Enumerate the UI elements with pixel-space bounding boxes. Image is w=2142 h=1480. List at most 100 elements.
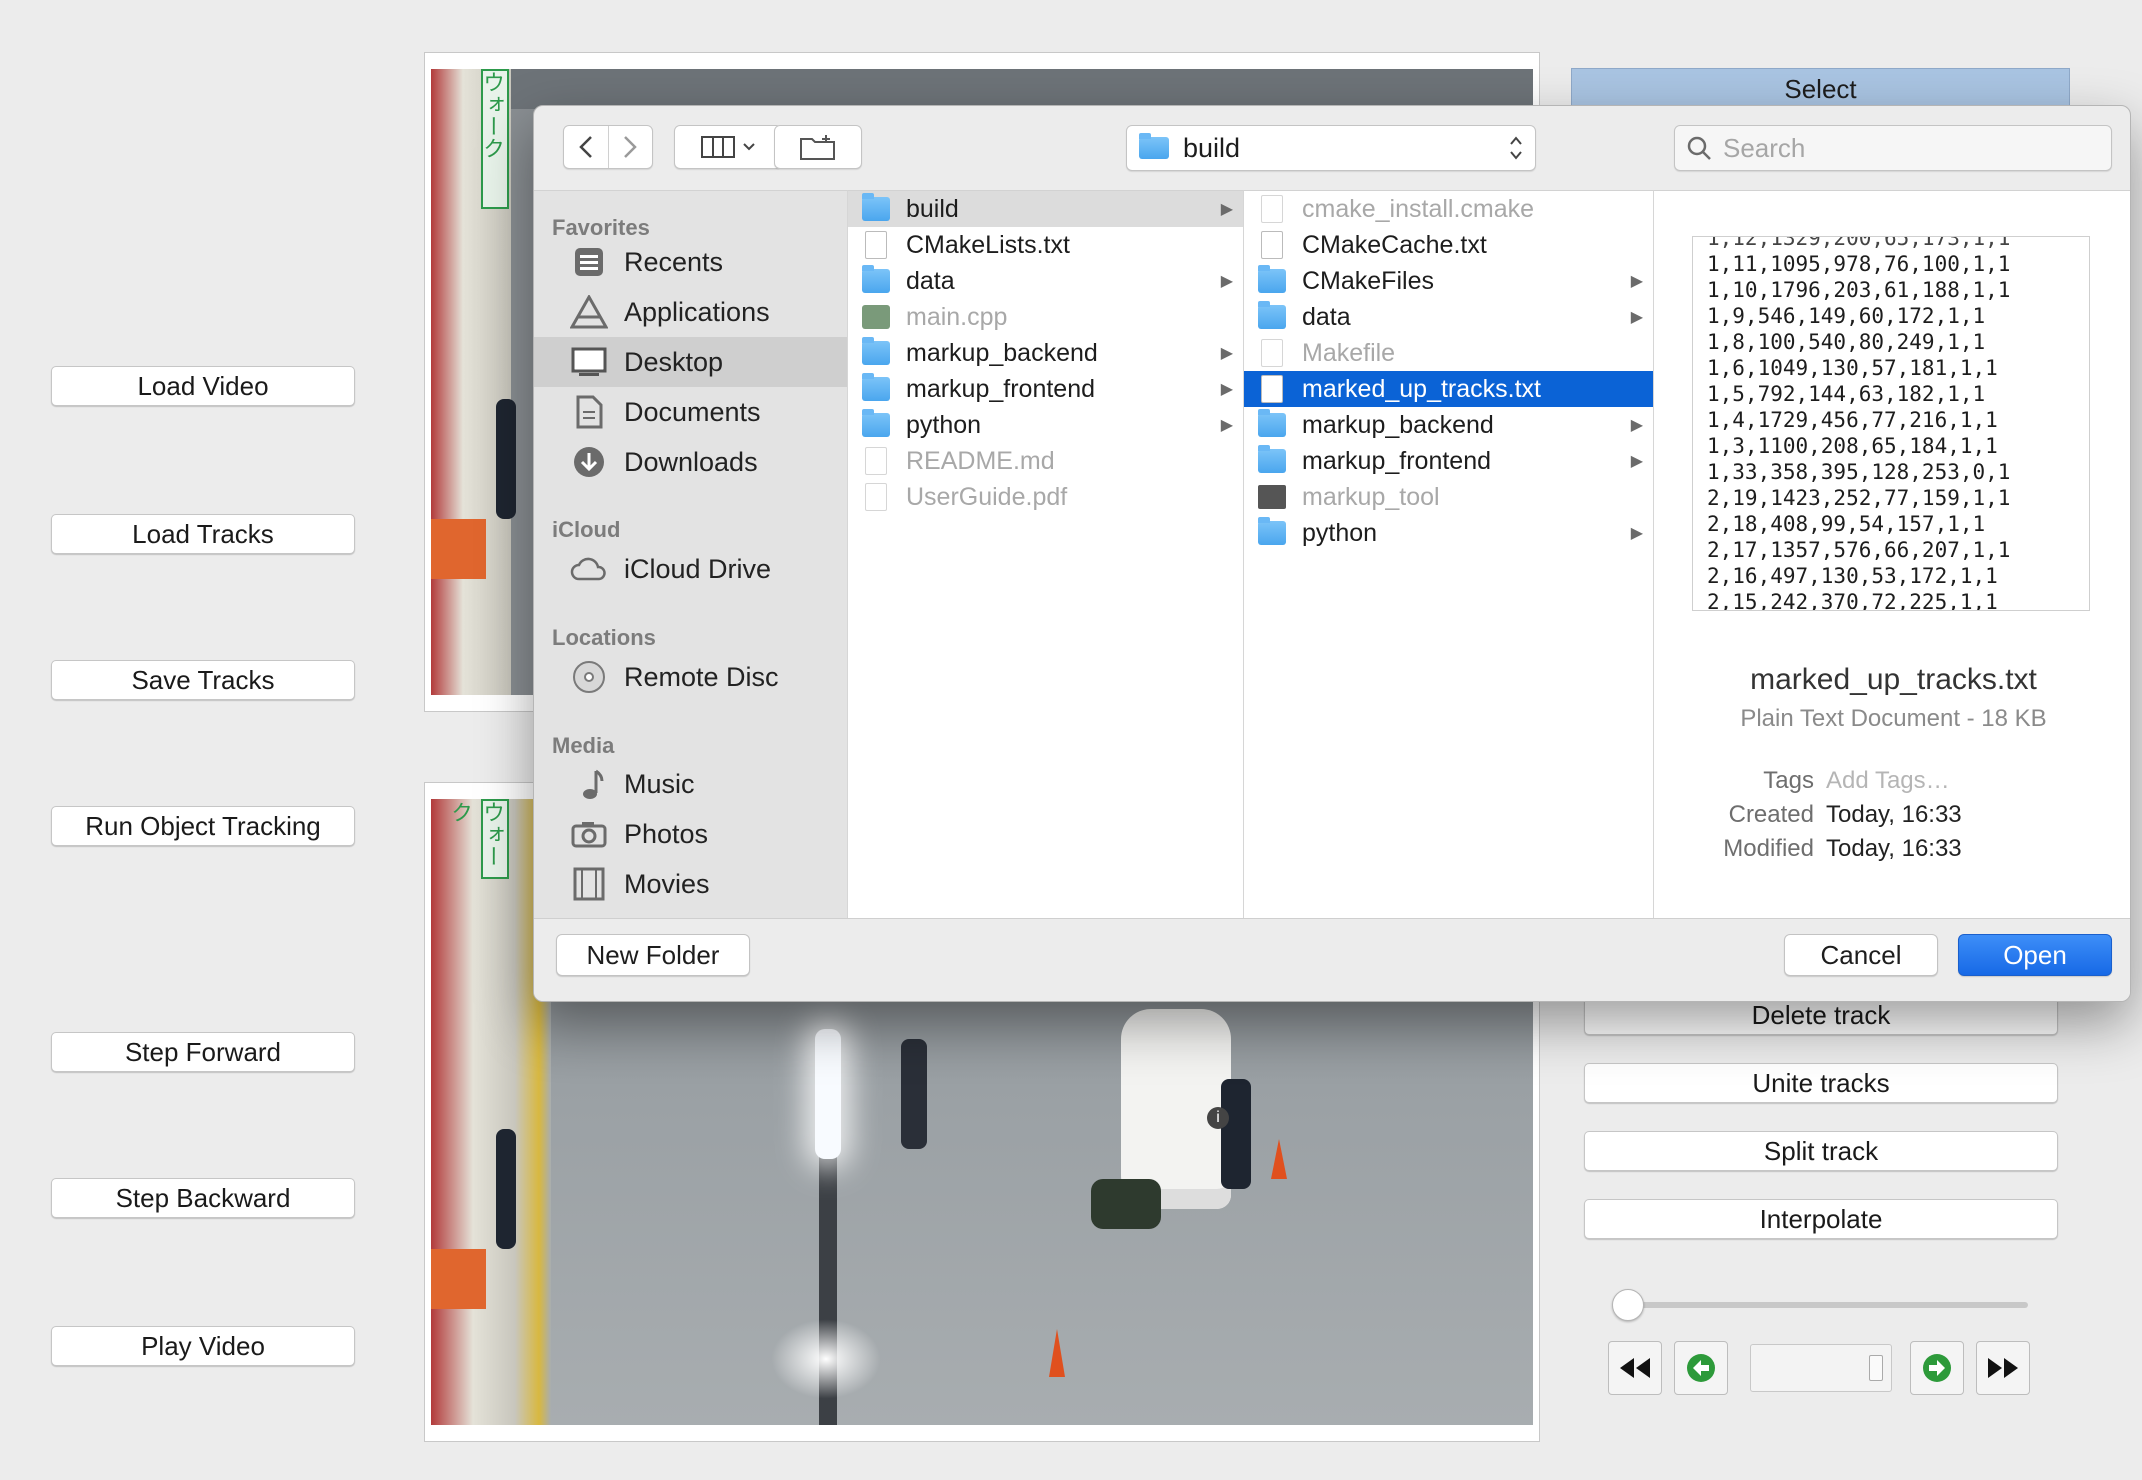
sidebar-item-downloads[interactable]: Downloads — [534, 437, 847, 487]
unite-tracks-button[interactable]: Unite tracks — [1584, 1063, 2058, 1103]
sidebar-item-photos[interactable]: Photos — [534, 809, 847, 859]
file-row-main-cpp[interactable]: main.cpp — [848, 299, 1243, 335]
desktop-icon — [571, 347, 607, 376]
sidebar-item-applications[interactable]: Applications — [534, 287, 847, 337]
load-tracks-button[interactable]: Load Tracks — [51, 514, 355, 554]
file-row-cmakecache[interactable]: CMakeCache.txt — [1244, 227, 1653, 263]
sidebar-item-recents[interactable]: Recents — [534, 237, 847, 287]
file-row-cmake-install[interactable]: cmake_install.cmake — [1244, 191, 1653, 227]
file-row-cmakefiles[interactable]: CMakeFiles ▶ — [1244, 263, 1653, 299]
sidebar-item-documents[interactable]: Documents — [534, 387, 847, 437]
sidebar-section-locations: Locations — [552, 625, 656, 650]
slider-thumb[interactable] — [1612, 1289, 1644, 1321]
text-file-icon — [1261, 195, 1283, 223]
sidebar-label: iCloud Drive — [624, 553, 772, 584]
file-row-userguide[interactable]: UserGuide.pdf — [848, 479, 1243, 515]
stepper-icon[interactable] — [1869, 1355, 1883, 1381]
file-row-readme[interactable]: README.md — [848, 443, 1243, 479]
step-backward-button[interactable]: Step Backward — [51, 1178, 355, 1218]
file-row-markup-tool[interactable]: markup_tool — [1244, 479, 1653, 515]
photos-icon — [571, 822, 607, 848]
pedestrian — [901, 1039, 927, 1149]
file-row-build[interactable]: build ▶ — [848, 191, 1243, 227]
preview-line: 1,5,792,144,63,182,1,1 — [1707, 382, 1986, 406]
sidebar-item-desktop[interactable]: Desktop — [534, 337, 847, 387]
preview-line: 1,33,358,395,128,253,0,1 — [1707, 460, 2011, 484]
preview-line: 1,8,100,540,80,249,1,1 — [1707, 330, 1986, 354]
folder-icon — [862, 409, 890, 437]
folder-icon — [862, 193, 890, 221]
file-row-cmakelists[interactable]: CMakeLists.txt — [848, 227, 1243, 263]
folder-icon — [1258, 301, 1286, 329]
file-row-markup-frontend[interactable]: markup_frontend ▶ — [848, 371, 1243, 407]
sidebar-item-movies[interactable]: Movies — [534, 859, 847, 909]
tags-field[interactable]: Add Tags… — [1826, 767, 1950, 795]
bicycle — [1091, 1179, 1161, 1229]
frame-slider[interactable] — [1612, 1289, 2028, 1321]
file-row-makefile[interactable]: Makefile — [1244, 335, 1653, 371]
forward-button[interactable] — [609, 126, 653, 168]
new-folder-button[interactable]: New Folder — [556, 934, 750, 976]
save-tracks-button[interactable]: Save Tracks — [51, 660, 355, 700]
step-back-button[interactable] — [1674, 1341, 1728, 1395]
select-button[interactable]: Select — [1571, 68, 2070, 110]
split-track-button[interactable]: Split track — [1584, 1131, 2058, 1171]
disclosure-arrow-icon: ▶ — [1630, 273, 1643, 290]
file-row-python[interactable]: python ▶ — [1244, 515, 1653, 551]
open-button[interactable]: Open — [1958, 934, 2112, 976]
preview-line: 1,6,1049,130,57,181,1,1 — [1707, 356, 1998, 380]
play-video-button[interactable]: Play Video — [51, 1326, 355, 1366]
pdf-file-icon — [865, 483, 887, 511]
file-row-data[interactable]: data ▶ — [848, 263, 1243, 299]
disclosure-arrow-icon: ▶ — [1630, 525, 1643, 542]
modified-value: Today, 16:33 — [1826, 835, 1962, 862]
search-icon — [1687, 136, 1711, 160]
file-row-data[interactable]: data ▶ — [1244, 299, 1653, 335]
lamp-light — [815, 1029, 841, 1159]
sidebar-label: Recents — [624, 246, 724, 277]
sidebar-label: Remote Disc — [624, 661, 779, 692]
preview-line: 1,9,546,149,60,172,1,1 — [1707, 304, 1986, 328]
sidebar-item-music[interactable]: Music — [534, 759, 847, 809]
step-forward-button[interactable]: Step Forward — [51, 1032, 355, 1072]
load-video-button[interactable]: Load Video — [51, 366, 355, 406]
orange-mat — [431, 1249, 486, 1309]
fast-forward-button[interactable] — [1976, 1341, 2030, 1395]
location-label: build — [1183, 132, 1241, 163]
rewind-button[interactable] — [1608, 1341, 1662, 1395]
back-button[interactable] — [564, 126, 609, 168]
sidebar-label: Music — [624, 768, 695, 799]
sidebar-label: Downloads — [624, 446, 758, 477]
step-forward-small-button[interactable] — [1910, 1341, 1964, 1395]
run-object-tracking-button[interactable]: Run Object Tracking — [51, 806, 355, 846]
disclosure-arrow-icon: ▶ — [1630, 309, 1643, 326]
rewind-icon — [1620, 1358, 1650, 1378]
folder-icon — [1258, 517, 1286, 545]
preview-line: 2,16,497,130,53,172,1,1 — [1707, 564, 1998, 588]
file-row-marked-up-tracks[interactable]: marked_up_tracks.txt — [1244, 371, 1653, 407]
preview-line: 2,15,242,370,72,225,1,1 — [1707, 590, 1998, 611]
cpp-file-icon — [862, 305, 890, 329]
created-label: Created — [1728, 801, 1814, 828]
interpolate-button[interactable]: Interpolate — [1584, 1199, 2058, 1239]
sidebar: Favorites Recents Applications Desktop D… — [534, 190, 847, 918]
sidebar-item-icloud-drive[interactable]: iCloud Drive — [534, 544, 847, 594]
view-mode-button[interactable] — [674, 125, 782, 169]
pedestrian — [1221, 1079, 1251, 1189]
sidebar-item-remote-disc[interactable]: Remote Disc — [534, 652, 847, 702]
search-field[interactable]: Search — [1674, 125, 2112, 171]
disclosure-arrow-icon: ▶ — [1220, 273, 1233, 290]
file-row-python[interactable]: python ▶ — [848, 407, 1243, 443]
text-preview: 1,12,1329,200,65,173,1,1 1,11,1095,978,7… — [1692, 236, 2090, 611]
created-value: Today, 16:33 — [1826, 801, 1962, 828]
disclosure-arrow-icon: ▶ — [1630, 417, 1643, 434]
frame-number-field[interactable] — [1750, 1344, 1892, 1392]
file-row-markup-backend[interactable]: markup_backend ▶ — [848, 335, 1243, 371]
music-icon — [583, 769, 604, 799]
preview-line: 2,17,1357,576,66,207,1,1 — [1707, 538, 2011, 562]
file-row-markup-frontend[interactable]: markup_frontend ▶ — [1244, 443, 1653, 479]
new-folder-toolbar-button[interactable] — [774, 125, 862, 169]
cancel-button[interactable]: Cancel — [1784, 934, 1938, 976]
location-popup[interactable]: build — [1126, 125, 1536, 171]
file-row-markup-backend[interactable]: markup_backend ▶ — [1244, 407, 1653, 443]
